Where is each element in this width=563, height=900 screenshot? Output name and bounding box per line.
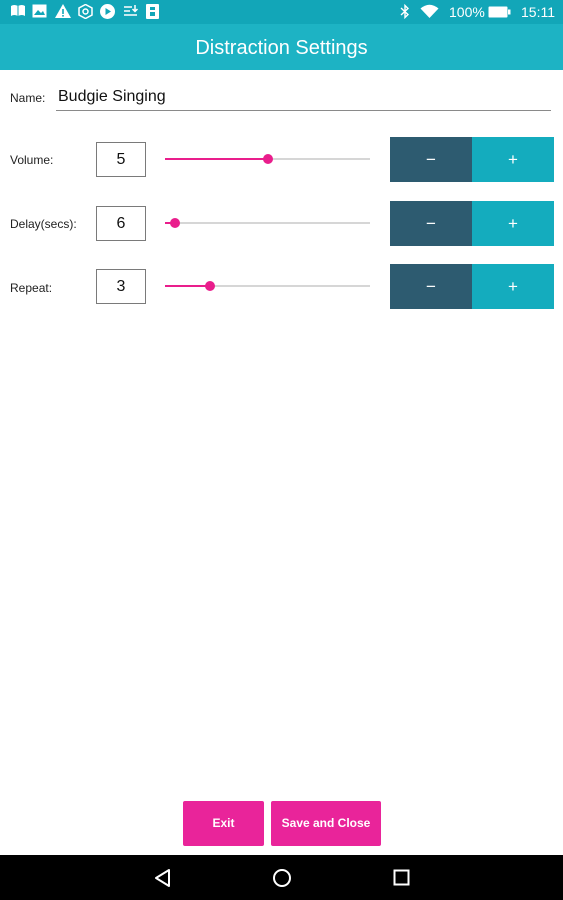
battery-percent: 100%	[449, 4, 485, 20]
settings-hex-icon	[78, 4, 93, 19]
volume-label: Volume:	[10, 153, 54, 167]
volume-increase-button[interactable]: +	[472, 137, 554, 182]
home-icon[interactable]	[272, 868, 292, 888]
back-icon[interactable]	[154, 868, 172, 888]
recents-icon[interactable]	[393, 869, 410, 886]
clock-time: 15:11	[521, 4, 555, 20]
volume-value-box[interactable]: 5	[96, 142, 146, 177]
image-icon	[32, 4, 47, 18]
warning-icon	[55, 4, 71, 18]
repeat-label: Repeat:	[10, 281, 53, 295]
volume-slider[interactable]	[165, 152, 370, 166]
delay-label: Delay(secs):	[10, 217, 77, 231]
play-icon	[100, 4, 115, 19]
name-label: Name:	[10, 91, 46, 105]
repeat-value-box[interactable]: 3	[96, 269, 146, 304]
wifi-icon	[420, 4, 439, 18]
volume-slider-fill	[165, 158, 268, 160]
battery-icon	[488, 6, 511, 18]
badge-icon	[146, 4, 159, 19]
delay-decrease-button[interactable]: −	[390, 201, 472, 246]
delay-value-box[interactable]: 6	[96, 206, 146, 241]
name-field[interactable]	[56, 84, 551, 111]
repeat-decrease-button[interactable]: −	[390, 264, 472, 309]
volume-slider-thumb[interactable]	[262, 154, 273, 164]
book-icon	[11, 5, 25, 16]
delay-slider[interactable]	[165, 216, 370, 230]
navigation-bar	[0, 855, 563, 900]
save-and-close-button[interactable]: Save and Close	[271, 801, 381, 846]
delay-slider-thumb[interactable]	[170, 218, 181, 228]
page-title: Distraction Settings	[195, 37, 368, 59]
exit-button[interactable]: Exit	[183, 801, 264, 846]
repeat-slider[interactable]	[165, 279, 370, 293]
bluetooth-icon	[400, 4, 410, 19]
delay-increase-button[interactable]: +	[472, 201, 554, 246]
repeat-increase-button[interactable]: +	[472, 264, 554, 309]
repeat-slider-thumb[interactable]	[205, 281, 216, 291]
download-icon	[124, 5, 138, 16]
volume-decrease-button[interactable]: −	[390, 137, 472, 182]
repeat-slider-fill	[165, 285, 211, 287]
status-bar: 100% 15:11	[0, 0, 563, 24]
app-header: Distraction Settings	[0, 24, 563, 70]
delay-slider-track	[165, 222, 370, 224]
